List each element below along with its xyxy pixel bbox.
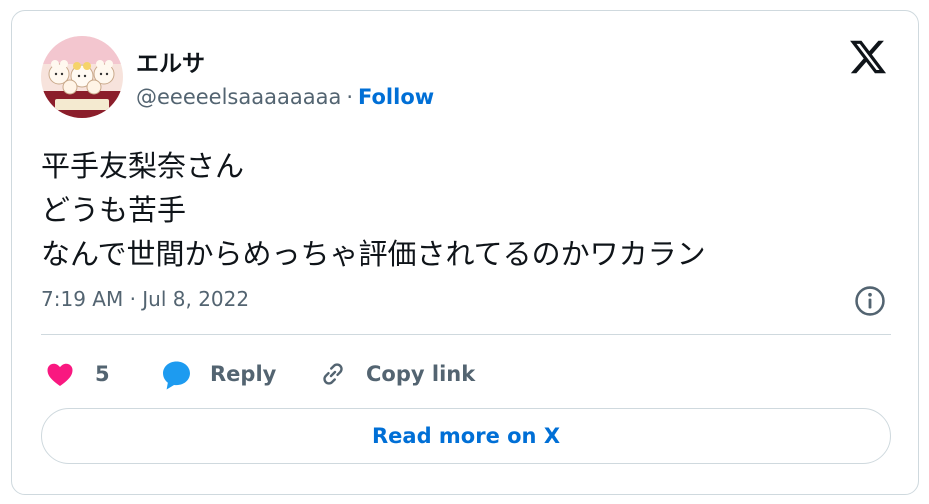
tweet-text: 平手友梨奈さん どうも苦手 なんで世間からめっちゃ評価されてるのかワカラン (41, 144, 706, 276)
like-button[interactable]: 5 (45, 356, 110, 392)
author-handle-line: @eeeeelsaaaaaaaa · Follow (136, 85, 434, 109)
follow-button[interactable]: Follow (358, 85, 434, 109)
tweet-card: エルサ @eeeeelsaaaaaaaa · Follow 平手友梨奈さん どう… (11, 10, 919, 495)
copy-link-label: Copy link (366, 362, 476, 386)
separator: · (346, 85, 354, 109)
tweet-timestamp[interactable]: 7:19 AM · Jul 8, 2022 (41, 287, 249, 311)
info-icon[interactable] (853, 284, 887, 318)
reply-bubble-icon (163, 360, 190, 389)
reply-label: Reply (210, 362, 277, 386)
author-name[interactable]: エルサ (136, 44, 205, 78)
copy-link-button[interactable]: Copy link (317, 356, 475, 392)
heart-icon (47, 363, 73, 386)
illustrated-characters-avatar-icon (41, 36, 123, 118)
avatar[interactable] (41, 36, 123, 118)
x-logo-icon[interactable] (848, 37, 888, 77)
tweet-text-line: 平手友梨奈さん (41, 149, 245, 183)
author-handle[interactable]: @eeeeelsaaaaaaaa (136, 85, 341, 109)
like-count: 5 (95, 362, 110, 386)
read-more-button[interactable]: Read more on X (41, 408, 891, 464)
link-icon (323, 363, 343, 385)
divider (41, 334, 891, 335)
tweet-text-line: どうも苦手 (41, 193, 187, 227)
tweet-text-line: なんで世間からめっちゃ評価されてるのかワカラン (41, 237, 706, 271)
reply-button[interactable]: Reply (160, 356, 276, 392)
